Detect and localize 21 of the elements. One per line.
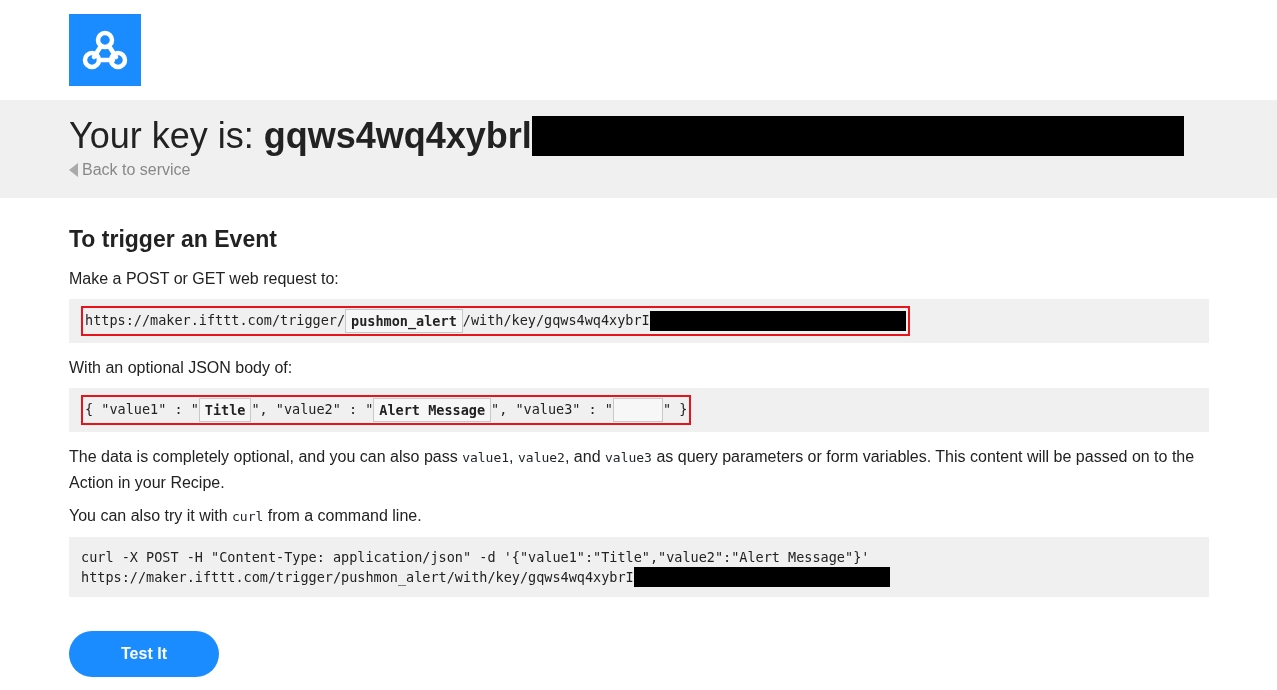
input-field[interactable]: pushmon_alert [345, 308, 463, 333]
paragraph: Make a POST or GET web request to: [69, 268, 340, 289]
code-text: curl -X POST -H "Content-Type: application/json" -d '{"value1":"Title","value2":"Alert Message"}' [81, 547, 870, 567]
paragraph: With an optional JSON body of: [69, 357, 294, 378]
key-value: gqws4wq4xybrl [263, 114, 532, 158]
code-text: /with/key/gqws4wq4xybrI [462, 311, 650, 331]
caret-left-icon [69, 163, 78, 177]
code-text: ", "value3" : " [491, 400, 613, 420]
input-field[interactable] [612, 397, 663, 422]
paragraph: You can also try it with curl from a command line. [69, 505, 423, 526]
logo-icon[interactable] [69, 14, 141, 86]
code-text: https://maker.ifttt.com/trigger/ [85, 311, 346, 331]
paragraph: The data is completely optional, and you can also pass value1, value2, and value3 as query parameters or form variables. This content will be passed on to the Action in your Recipe. [69, 446, 1196, 493]
code-text: https://maker.ifttt.com/trigger/pushmon_alert/with/key/gqws4wq4xybrI [81, 567, 634, 587]
code-text: { "value1" : " [85, 400, 199, 420]
code-text: " } [662, 400, 688, 420]
input-field[interactable]: Title [198, 397, 252, 422]
key-label: Your key is: [69, 114, 254, 158]
input-field[interactable]: Alert Message [373, 397, 492, 422]
section-heading: To trigger an Event [69, 226, 278, 254]
code-text: ", "value2" : " [251, 400, 374, 420]
